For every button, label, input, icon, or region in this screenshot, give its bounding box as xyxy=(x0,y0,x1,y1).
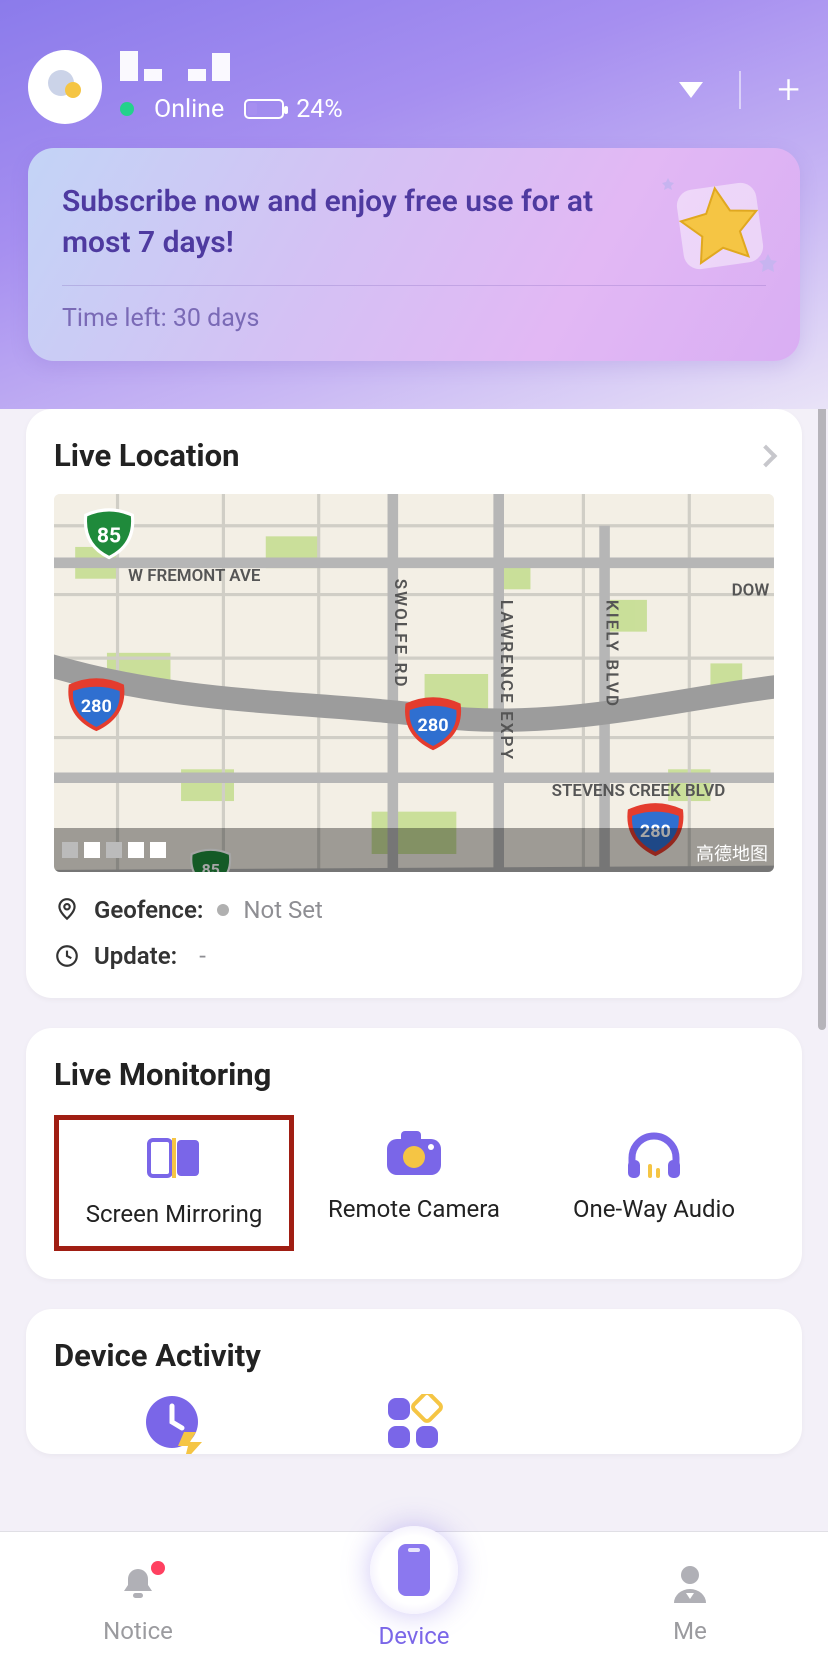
map-preview[interactable]: 85 280 280 280 85 W xyxy=(54,494,774,872)
clock-bolt-icon xyxy=(144,1394,204,1454)
headphones-icon xyxy=(622,1125,686,1181)
avatar[interactable] xyxy=(28,50,102,124)
svg-text:KIELY BLVD: KIELY BLVD xyxy=(602,600,622,708)
geofence-row[interactable]: Geofence: Not Set xyxy=(54,896,774,924)
svg-text:85: 85 xyxy=(97,524,121,549)
map-attribution: 高德地图 xyxy=(696,840,768,866)
map-footer: 高德地图 xyxy=(54,828,774,872)
chevron-right-icon[interactable] xyxy=(755,444,778,467)
monitoring-label: Remote Camera xyxy=(328,1195,500,1223)
bottom-nav: Notice Device Me xyxy=(0,1531,828,1671)
device-switcher-chevron-down-icon[interactable] xyxy=(679,82,703,98)
remote-camera-button[interactable]: Remote Camera xyxy=(294,1115,534,1251)
device-activity-title: Device Activity xyxy=(54,1337,774,1374)
divider xyxy=(739,71,741,109)
battery-pct: 24% xyxy=(296,95,342,124)
star-icon xyxy=(660,166,780,286)
screen-mirroring-button[interactable]: Screen Mirroring xyxy=(54,1115,294,1251)
monitoring-label: Screen Mirroring xyxy=(86,1200,263,1228)
update-label: Update: xyxy=(94,942,177,970)
user-row: Online 24% + xyxy=(28,50,800,124)
live-monitoring-title: Live Monitoring xyxy=(54,1056,774,1093)
app-header: Online 24% + Subscribe now and enjoy fre… xyxy=(0,0,828,409)
screen-mirroring-icon xyxy=(143,1130,205,1186)
notification-dot-icon xyxy=(151,1561,165,1575)
apps-icon xyxy=(384,1394,444,1454)
svg-text:W FREMONT AVE: W FREMONT AVE xyxy=(128,566,261,586)
user-name-redacted xyxy=(120,51,343,81)
device-icon xyxy=(370,1526,458,1614)
geofence-value: Not Set xyxy=(243,896,322,924)
camera-icon xyxy=(383,1125,445,1181)
nav-label: Notice xyxy=(103,1617,173,1645)
live-location-title: Live Location xyxy=(54,437,240,474)
promo-card[interactable]: Subscribe now and enjoy free use for at … xyxy=(28,148,800,361)
add-device-plus-icon[interactable]: + xyxy=(777,70,800,110)
svg-text:DOW SANT: DOW SANT xyxy=(732,581,774,601)
live-location-card: Live Location xyxy=(26,409,802,998)
svg-text:LAWRENCE EXPY: LAWRENCE EXPY xyxy=(496,600,516,761)
activity-item-2[interactable] xyxy=(294,1394,534,1454)
person-icon xyxy=(670,1559,710,1609)
geofence-label: Geofence: xyxy=(94,896,203,924)
svg-text:280: 280 xyxy=(418,715,449,736)
update-row: Update: - xyxy=(54,942,774,970)
nav-label: Me xyxy=(673,1617,707,1645)
pin-icon xyxy=(54,897,80,923)
update-value: - xyxy=(199,942,206,970)
device-activity-card: Device Activity xyxy=(26,1309,802,1454)
bell-icon xyxy=(117,1559,159,1609)
monitoring-label: One-Way Audio xyxy=(573,1195,735,1223)
svg-text:SWOLFE RD: SWOLFE RD xyxy=(390,579,410,689)
activity-item-1[interactable] xyxy=(54,1394,294,1454)
status-label: Online xyxy=(154,95,224,124)
one-way-audio-button[interactable]: One-Way Audio xyxy=(534,1115,774,1251)
nav-notice[interactable]: Notice xyxy=(0,1559,276,1645)
online-status-dot-icon xyxy=(120,102,134,116)
nav-me[interactable]: Me xyxy=(552,1559,828,1645)
live-monitoring-card: Live Monitoring Screen Mirroring xyxy=(26,1028,802,1279)
battery-icon xyxy=(244,99,284,119)
avatar-placeholder-icon xyxy=(43,65,87,109)
nav-label: Device xyxy=(378,1622,449,1650)
svg-text:280: 280 xyxy=(81,696,112,717)
nav-device[interactable]: Device xyxy=(276,1554,552,1650)
status-dot-icon xyxy=(217,904,229,916)
svg-text:STEVENS CREEK BLVD: STEVENS CREEK BLVD xyxy=(552,781,726,801)
promo-title: Subscribe now and enjoy free use for at … xyxy=(62,182,602,263)
clock-icon xyxy=(54,943,80,969)
promo-time-left: Time left: 30 days xyxy=(62,304,766,333)
